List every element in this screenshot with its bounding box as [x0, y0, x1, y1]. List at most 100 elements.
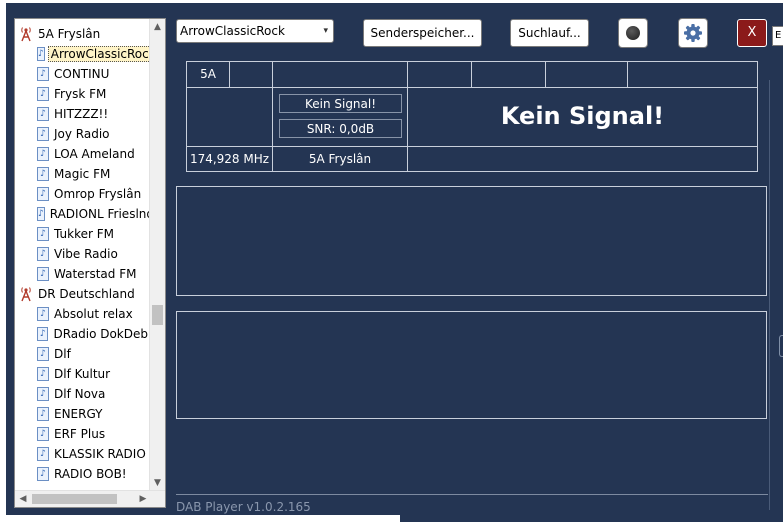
tree-station-item[interactable]: ♪ RADIO BOB! — [15, 464, 150, 484]
tree-vertical-scrollbar[interactable]: ▲ ▼ — [149, 19, 165, 491]
station-select[interactable]: ArrowClassicRock ▾ — [176, 19, 334, 43]
tree-station-item[interactable]: ♪ ENERGY — [15, 404, 150, 424]
tree-station-label: CONTINU — [54, 67, 110, 81]
tree-station-item[interactable]: ♪ Vibe Radio — [15, 244, 150, 264]
tree-station-item[interactable]: ♪ ERF Plus — [15, 424, 150, 444]
tree-hscroll-thumb[interactable] — [32, 494, 117, 504]
tree-station-item[interactable]: ♪ DRadio DokDeb — [15, 324, 150, 344]
station-tree-list: 5A Fryslân ♪ ArrowClassicRock ♪ CONTINU ♪ Frys… — [15, 24, 159, 484]
tree-station-label: ENERGY — [54, 407, 103, 421]
station-select-value: ArrowClassicRock — [180, 24, 285, 38]
tree-station-label: Dlf — [54, 347, 71, 361]
music-note-icon: ♪ — [37, 267, 49, 281]
tree-station-label: Dlf Kultur — [54, 367, 111, 381]
presets-button[interactable]: Senderspeicher... — [363, 19, 482, 47]
music-note-icon: ♪ — [37, 47, 45, 61]
tree-station-item[interactable]: ♪ Dlf — [15, 344, 150, 364]
signal-status-box: Kein Signal! — [279, 94, 402, 113]
tree-station-label: ArrowClassicRock — [47, 46, 159, 62]
window-left-edge — [0, 0, 6, 522]
tree-station-item[interactable]: ♪ Dlf Kultur — [15, 364, 150, 384]
slideshow-panel — [176, 311, 767, 419]
window-top-edge — [0, 0, 783, 3]
grid-line — [471, 62, 472, 87]
music-note-icon: ♪ — [37, 227, 49, 241]
tree-station-item[interactable]: ♪ Waterstad FM — [15, 264, 150, 284]
snr-box: SNR: 0,0dB — [279, 119, 402, 138]
tree-station-item[interactable]: ♪ RADIONL Frieslnd — [15, 204, 154, 224]
tree-station-item[interactable]: ♪ Joy Radio — [15, 124, 150, 144]
tree-station-label: Vibe Radio — [54, 247, 118, 261]
music-note-icon: ♪ — [37, 387, 49, 401]
scroll-right-icon[interactable]: ▶ — [135, 491, 151, 507]
scroll-left-icon[interactable]: ◀ — [15, 491, 31, 507]
music-note-icon: ♪ — [37, 207, 45, 221]
window-bottom-edge — [0, 515, 400, 522]
version-label: DAB Player v1.0.2.165 — [176, 500, 311, 514]
tree-station-label: Tukker FM — [54, 227, 114, 241]
tree-station-item[interactable]: ♪ KLASSIK RADIO — [15, 444, 150, 464]
tree-station-label: ERF Plus — [54, 427, 106, 441]
tree-station-item[interactable]: ♪ Tukker FM — [15, 224, 150, 244]
tree-station-item[interactable]: ♪ HITZZZ!! — [15, 104, 150, 124]
scroll-up-icon[interactable]: ▲ — [150, 19, 165, 35]
tree-station-label: Absolut relax — [54, 307, 133, 321]
scroll-down-icon[interactable]: ▼ — [150, 475, 165, 491]
tree-station-item[interactable]: ♪ Frysk FM — [15, 84, 150, 104]
grid-line — [229, 62, 230, 87]
big-signal-status: Kein Signal! — [500, 102, 665, 130]
tree-station-label: RADIO BOB! — [54, 467, 127, 481]
tree-station-label: Dlf Nova — [54, 387, 106, 401]
tree-station-item[interactable]: ♪ Magic FM — [15, 164, 150, 184]
settings-button[interactable] — [678, 18, 708, 48]
gear-icon — [684, 24, 702, 42]
music-note-icon: ♪ — [37, 87, 49, 101]
music-note-icon: ♪ — [37, 187, 49, 201]
tree-station-item[interactable]: ♪ ArrowClassicRock — [15, 44, 159, 64]
ensemble-label: 5A Fryslân — [308, 152, 372, 166]
channel-label: 5A — [200, 67, 216, 81]
dls-text-panel — [176, 186, 767, 296]
frequency-label: 174,928 MHz — [189, 152, 270, 166]
edge-button[interactable]: E — [772, 26, 783, 46]
grid-line — [545, 62, 546, 87]
edge-tab[interactable] — [779, 335, 783, 357]
station-tree[interactable]: 5A Fryslân ♪ ArrowClassicRock ♪ CONTINU ♪ Frys… — [14, 18, 166, 508]
tree-station-item[interactable]: ♪ Dlf Nova — [15, 384, 150, 404]
music-note-icon: ♪ — [37, 467, 49, 481]
tree-group-label: DR Deutschland — [38, 287, 135, 301]
tree-group[interactable]: DR Deutschland — [15, 284, 150, 304]
tree-station-item[interactable]: ♪ CONTINU — [15, 64, 150, 84]
status-led-icon — [626, 26, 640, 40]
music-note-icon: ♪ — [37, 127, 49, 141]
scan-button[interactable]: Suchlauf... — [510, 19, 589, 47]
tree-station-label: LOA Ameland — [54, 147, 135, 161]
music-note-icon: ♪ — [37, 367, 49, 381]
tree-station-label: HITZZZ!! — [54, 107, 109, 121]
tree-horizontal-scrollbar[interactable]: ◀ ▶ — [15, 490, 165, 507]
antenna-icon — [21, 287, 31, 302]
tree-station-item[interactable]: ♪ Omrop Fryslân — [15, 184, 150, 204]
tree-vscroll-thumb[interactable] — [152, 305, 163, 325]
tree-station-item[interactable]: ♪ LOA Ameland — [15, 144, 150, 164]
music-note-icon: ♪ — [37, 307, 49, 321]
music-note-icon: ♪ — [37, 107, 49, 121]
tree-group[interactable]: 5A Fryslân — [15, 24, 150, 44]
music-note-icon: ♪ — [37, 147, 49, 161]
music-note-icon: ♪ — [37, 327, 49, 341]
tree-station-label: Magic FM — [54, 167, 111, 181]
grid-line — [627, 62, 628, 87]
tree-group-label: 5A Fryslân — [38, 27, 101, 41]
tree-station-item[interactable]: ♪ Absolut relax — [15, 304, 150, 324]
tree-station-label: RADIONL Frieslnd — [49, 207, 154, 221]
music-note-icon: ♪ — [37, 247, 49, 261]
tree-station-label: Frysk FM — [54, 87, 107, 101]
music-note-icon: ♪ — [37, 347, 49, 361]
antenna-icon — [21, 27, 31, 42]
tree-station-label: DRadio DokDeb — [53, 327, 148, 341]
info-grid: 5A Kein Signal! SNR: 0,0dB Kein Signal! … — [186, 61, 758, 172]
close-button[interactable]: X — [737, 19, 767, 47]
footer-divider — [176, 494, 768, 495]
chevron-down-icon: ▾ — [323, 26, 328, 36]
record-indicator-button[interactable] — [618, 18, 648, 48]
